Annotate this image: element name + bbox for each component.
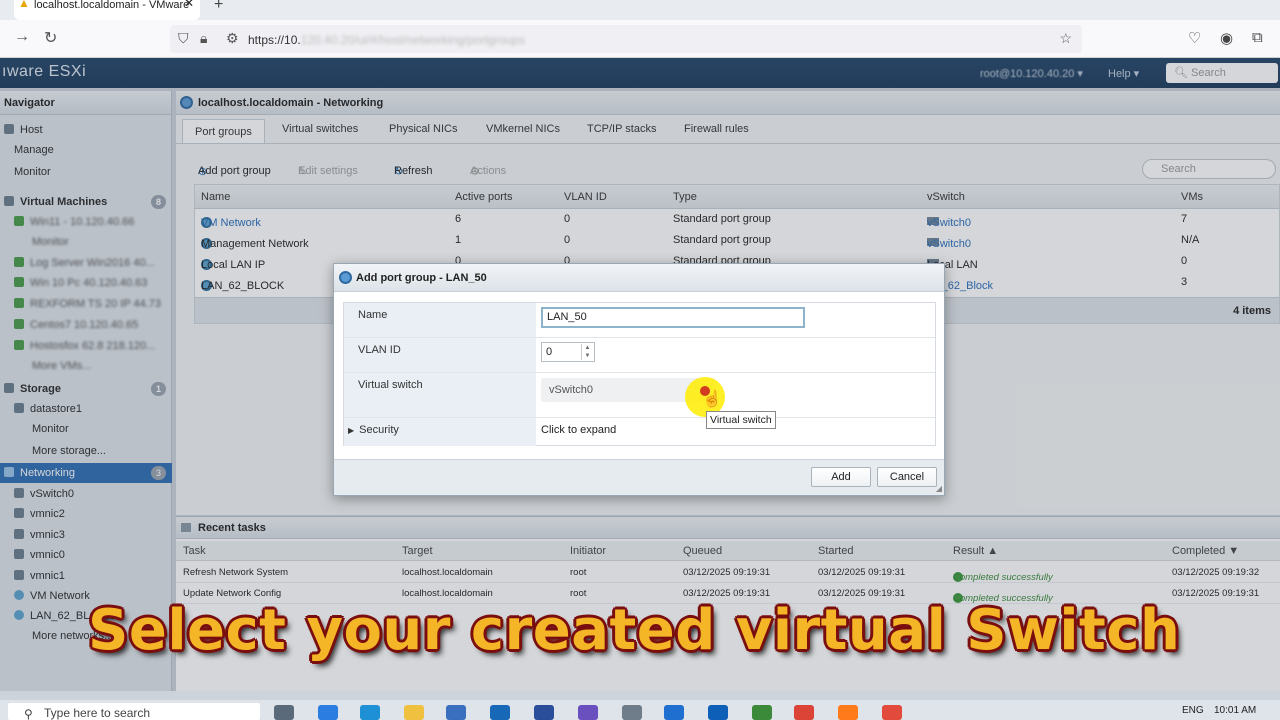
- port-group-form: Name LAN_50 VLAN ID 0 ▲ ▼ Virtual switch v…: [343, 302, 936, 446]
- name-label: Name: [344, 303, 536, 337]
- windows-taskbar: ⚲ Type here to search ENG 10:01 AM: [0, 700, 1280, 720]
- forward-icon[interactable]: →: [14, 28, 30, 46]
- dialog-title: Add port group - LAN_50: [334, 264, 944, 292]
- language-indicator[interactable]: ENG: [1182, 705, 1204, 716]
- browser-tab[interactable]: ▲ localhost.localdomain - VMware ✕: [14, 0, 200, 20]
- edge-icon[interactable]: [360, 705, 380, 720]
- app-icon[interactable]: [622, 705, 642, 720]
- tooltip: Virtual switch: [706, 411, 776, 429]
- form-row-vswitch: Virtual switch vSwitch0: [344, 373, 935, 418]
- form-row-name: Name LAN_50: [344, 303, 935, 338]
- pocket-icon[interactable]: ♡: [1188, 29, 1201, 47]
- hand-cursor-icon: ☝: [702, 391, 722, 408]
- add-port-group-dialog: Add port group - LAN_50 Name LAN_50 VLAN…: [333, 263, 945, 496]
- url-prefix: https://10.: [248, 33, 301, 47]
- name-input[interactable]: LAN_50: [541, 307, 805, 328]
- app-icon[interactable]: [664, 705, 684, 720]
- expand-triangle-icon: ▶: [348, 426, 355, 435]
- shield-icon[interactable]: ⛉: [178, 30, 189, 47]
- form-row-vlan: VLAN ID 0 ▲ ▼: [344, 338, 935, 373]
- clock[interactable]: 10:01 AM: [1214, 705, 1256, 716]
- chrome-icon[interactable]: [794, 705, 814, 720]
- file-explorer-icon[interactable]: [404, 705, 424, 720]
- app-icon[interactable]: [882, 705, 902, 720]
- taskbar-search[interactable]: ⚲ Type here to search: [8, 703, 260, 720]
- taskbar-search-placeholder: Type here to search: [44, 706, 151, 720]
- spinner-arrows-icon[interactable]: ▲ ▼: [581, 344, 593, 360]
- vmware-favicon-icon: ▲: [18, 0, 30, 10]
- task-view-icon[interactable]: [274, 705, 294, 720]
- browser-tab-title: localhost.localdomain - VMware: [34, 0, 190, 11]
- cancel-button[interactable]: Cancel: [877, 467, 937, 487]
- outlook-icon[interactable]: [490, 705, 510, 720]
- bookmark-star-icon[interactable]: ☆: [1059, 30, 1072, 47]
- teams-icon[interactable]: [578, 705, 598, 720]
- dialog-title-text: Add port group - LAN_50: [356, 272, 487, 284]
- firefox-icon[interactable]: [838, 705, 858, 720]
- store-icon[interactable]: [446, 705, 466, 720]
- vlan-id-stepper[interactable]: 0 ▲ ▼: [541, 342, 595, 362]
- security-expand-link[interactable]: Click to expand: [541, 424, 616, 436]
- reload-icon[interactable]: ↻: [44, 28, 57, 48]
- address-bar[interactable]: ⛉ 🔒︎ ⚙ https://10.120.40.20/ui/#/host/ne…: [170, 25, 1082, 53]
- browser-tab-strip: ▲ localhost.localdomain - VMware ✕ +: [0, 0, 1280, 20]
- url-text: https://10.120.40.20/ui/#/host/networkin…: [248, 33, 525, 47]
- account-icon[interactable]: ◉: [1220, 29, 1233, 47]
- dialog-footer: Add Cancel ◢: [334, 459, 944, 495]
- permissions-icon[interactable]: ⚙: [226, 30, 239, 47]
- close-tab-icon[interactable]: ✕: [184, 0, 194, 9]
- browser-toolbar: → ↻ ⛉ 🔒︎ ⚙ https://10.120.40.20/ui/#/hos…: [0, 20, 1280, 58]
- outlook-app-icon[interactable]: [708, 705, 728, 720]
- extensions-icon[interactable]: ⧉: [1252, 29, 1263, 46]
- url-rest: 120.40.20/ui/#/host/networking/portgroup…: [300, 33, 525, 47]
- portgroup-icon: [339, 271, 352, 284]
- vlan-label: VLAN ID: [344, 338, 536, 372]
- form-row-security[interactable]: ▶ Security Click to expand: [344, 418, 935, 446]
- vswitch-label: Virtual switch: [344, 373, 536, 417]
- word-icon[interactable]: [534, 705, 554, 720]
- copilot-icon[interactable]: [318, 705, 338, 720]
- lock-icon[interactable]: 🔒︎: [200, 30, 207, 47]
- resize-grip-icon[interactable]: ◢: [936, 484, 942, 493]
- security-label[interactable]: ▶ Security: [344, 418, 536, 446]
- video-caption: Select your created virtual Switch: [88, 598, 1181, 663]
- search-icon: ⚲: [24, 707, 33, 720]
- add-button[interactable]: Add: [811, 467, 871, 487]
- security-label-text: Security: [359, 424, 399, 436]
- app-icon[interactable]: [752, 705, 772, 720]
- vlan-value: 0: [546, 346, 553, 358]
- new-tab-button[interactable]: +: [214, 0, 223, 14]
